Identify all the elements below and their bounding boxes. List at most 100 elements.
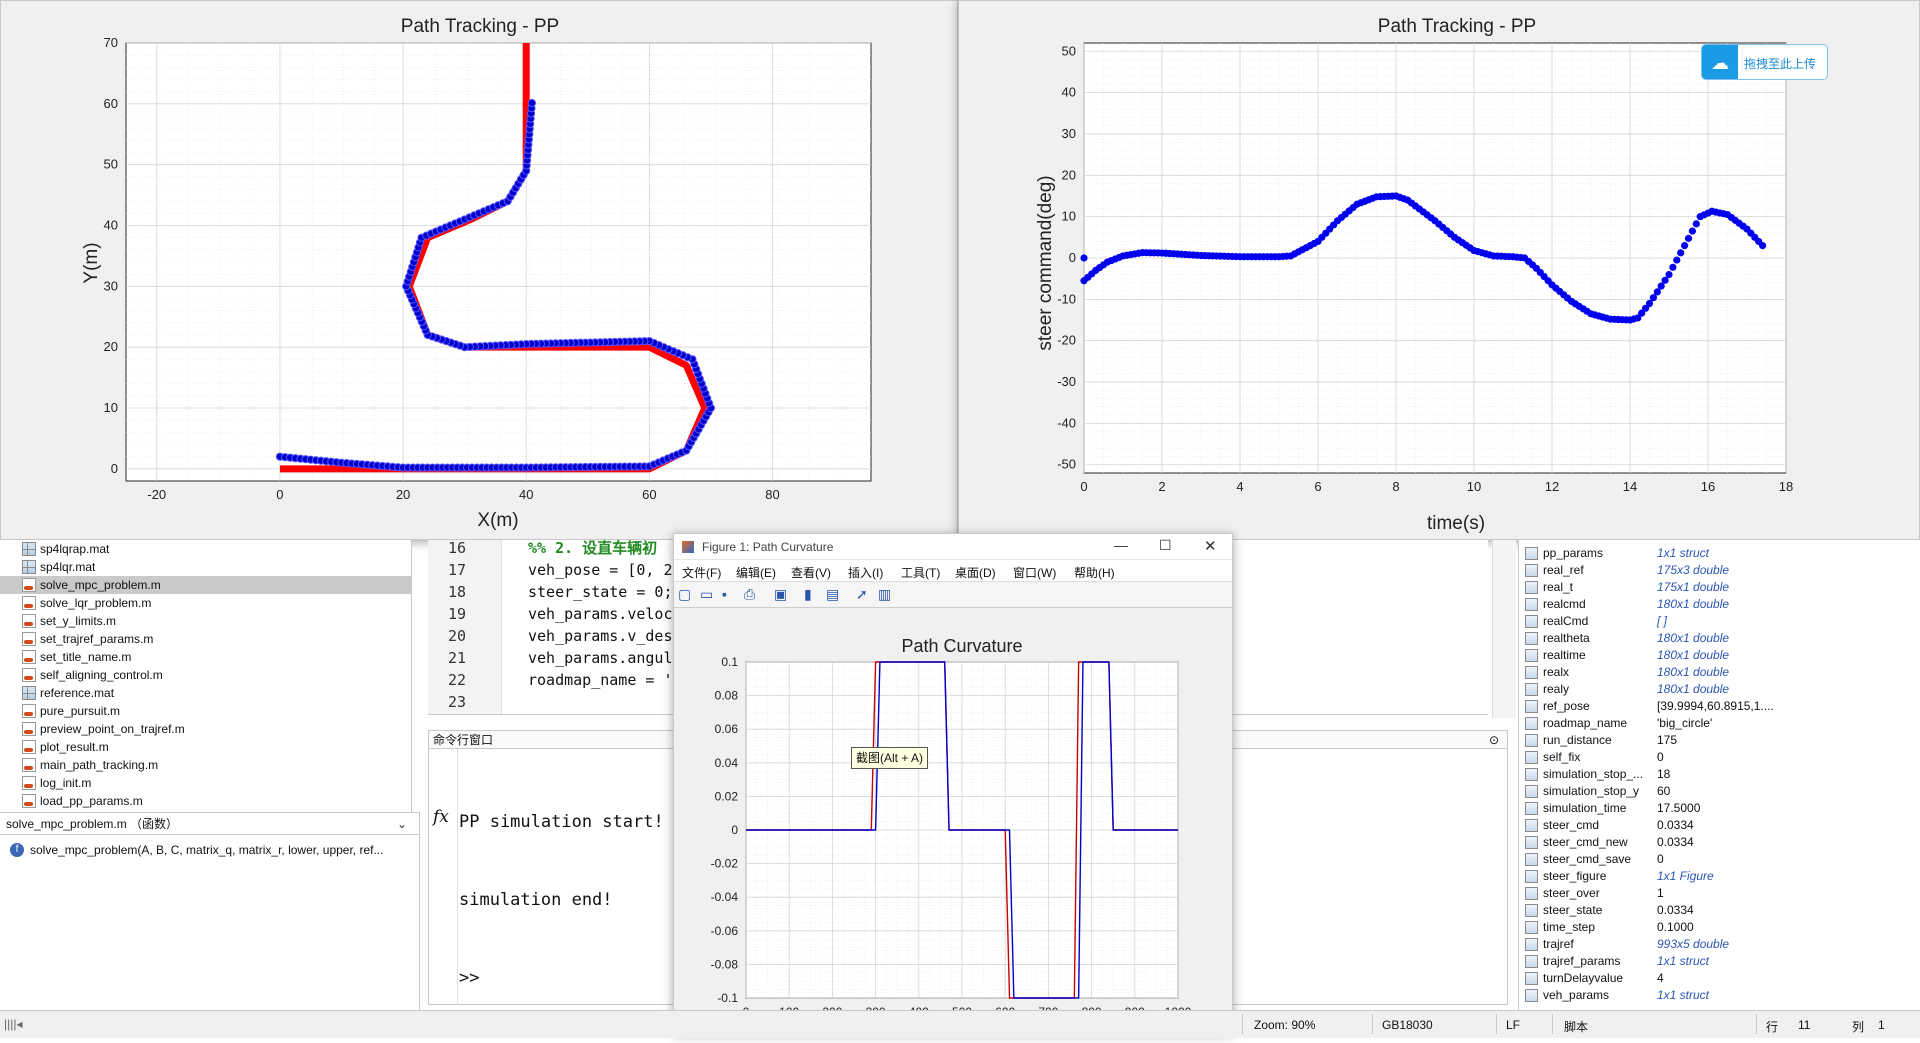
file-list-item[interactable]: set_trajref_params.m — [0, 630, 411, 648]
pointer-icon[interactable]: ➚ — [856, 586, 868, 603]
variable-icon — [1525, 598, 1538, 611]
workspace-variable-row[interactable]: steer_state 0.0334 — [1519, 902, 1919, 919]
current-folder-file-list[interactable]: sp4lqrap.mat sp4lqr.mat solve_mpc_problem.… — [0, 540, 412, 812]
fx-icon[interactable]: fx — [433, 807, 449, 827]
figure-path-curvature[interactable]: Figure 1: Path Curvature — ☐ ✕ 文件(F) 编辑(E… — [673, 533, 1233, 1033]
x-axis-label: time(s) — [1427, 513, 1485, 534]
figure-path-xy[interactable]: -20 0 20 40 60 80 0 10 20 30 40 50 60 70 Path Tracking… — [0, 0, 958, 540]
file-list-item[interactable]: set_y_limits.m — [0, 612, 411, 630]
print-icon[interactable]: ⎙ — [744, 586, 755, 603]
workspace-variable-row[interactable]: simulation_stop_... 18 — [1519, 766, 1919, 783]
command-window-menu-icon[interactable]: ⊙ — [1489, 731, 1499, 749]
figure-menu-item[interactable]: 文件(F) — [682, 564, 721, 581]
workspace-variable-row[interactable]: realtime 180x1 double — [1519, 647, 1919, 664]
file-list-item[interactable]: sp4lqr.mat — [0, 558, 411, 576]
variable-name: pp_params — [1543, 546, 1604, 560]
variable-value: 175x1 double — [1657, 580, 1730, 594]
variable-name: realtime — [1543, 648, 1586, 662]
y-tick-label: -0.06 — [711, 924, 739, 938]
file-list-item[interactable]: log_init.m — [0, 774, 411, 792]
print-preview-icon[interactable]: ▣ — [774, 586, 787, 603]
property-editor-icon[interactable]: ▥ — [878, 586, 891, 603]
workspace-variable-row[interactable]: self_fix 0 — [1519, 749, 1919, 766]
file-list-item[interactable]: reference.mat — [0, 684, 411, 702]
open-folder-icon[interactable]: ▭ — [700, 586, 713, 603]
close-button[interactable]: ✕ — [1204, 537, 1217, 555]
workspace-variable-row[interactable]: time_step 0.1000 — [1519, 919, 1919, 936]
file-list-item[interactable]: load_pp_params.m — [0, 792, 411, 810]
mat-file-icon — [22, 560, 36, 574]
file-list-item[interactable]: solve_lqr_problem.m — [0, 594, 411, 612]
y-tick-label: 0.02 — [715, 789, 739, 803]
steer-point — [1669, 263, 1677, 271]
new-file-icon[interactable]: ▢ — [678, 586, 691, 603]
variable-name: realCmd — [1543, 614, 1589, 628]
file-name: solve_lqr_problem.m — [40, 596, 152, 610]
workspace-variable-row[interactable]: steer_figure 1x1 Figure — [1519, 868, 1919, 885]
y-tick-label: 0.1 — [721, 655, 738, 669]
workspace-variable-row[interactable]: trajref 993x5 double — [1519, 936, 1919, 953]
workspace-variable-row[interactable]: simulation_stop_y 60 — [1519, 783, 1919, 800]
workspace-variable-row[interactable]: roadmap_name 'big_circle' — [1519, 715, 1919, 732]
workspace-variable-row[interactable]: steer_cmd_new 0.0334 — [1519, 834, 1919, 851]
x-tick-label: 60 — [642, 487, 656, 502]
workspace-variable-row[interactable]: steer_cmd_save 0 — [1519, 851, 1919, 868]
variable-name: simulation_time — [1543, 801, 1627, 815]
status-left-icon[interactable]: ||||◂ — [4, 1017, 23, 1031]
file-list-item[interactable]: plot_result.m — [0, 738, 411, 756]
status-bar: ||||◂ Zoom: 90% GB18030 LF 脚本 行 11 列 1 — [0, 1010, 1920, 1038]
file-list-item[interactable]: solve_mpc_problem.m — [0, 576, 411, 594]
workspace-variable-row[interactable]: realCmd [ ] — [1519, 613, 1919, 630]
detail-header[interactable]: solve_mpc_problem.m （函数） ⌄ — [0, 813, 419, 835]
legend-icon[interactable]: ▤ — [826, 586, 839, 603]
figure-steer[interactable]: 0 2 4 6 8 10 12 14 16 18 50 40 30 20 10 0 -10 -20 -30 -40 -5… — [958, 0, 1920, 540]
workspace-variable-row[interactable]: ref_pose [39.9994,60.8915,1.... — [1519, 698, 1919, 715]
m-file-icon — [22, 650, 36, 664]
save-icon[interactable]: ▪ — [722, 586, 727, 602]
figure-menu-item[interactable]: 编辑(E) — [736, 564, 776, 581]
figure-menu-item[interactable]: 窗口(W) — [1013, 564, 1056, 581]
figure-menu-item[interactable]: 工具(T) — [901, 564, 940, 581]
plot-title: Path Tracking - PP — [401, 16, 559, 37]
cmd-prompt[interactable]: >> — [459, 965, 664, 991]
workspace-variable-row[interactable]: trajref_params 1x1 struct — [1519, 953, 1919, 970]
workspace-variable-row[interactable]: realy 180x1 double — [1519, 681, 1919, 698]
figure-menu-item[interactable]: 查看(V) — [791, 564, 831, 581]
file-name: set_trajref_params.m — [40, 632, 154, 646]
figure-menu-item[interactable]: 插入(I) — [848, 564, 883, 581]
workspace-variable-row[interactable]: real_t 175x1 double — [1519, 579, 1919, 596]
workspace-variable-row[interactable]: realx 180x1 double — [1519, 664, 1919, 681]
workspace-variable-row[interactable]: steer_over 1 — [1519, 885, 1919, 902]
y-tick-label: -10 — [1057, 291, 1076, 306]
workspace-panel[interactable]: pp_params 1x1 struct real_ref 175x3 double r… — [1518, 540, 1920, 1012]
window-titlebar[interactable]: Figure 1: Path Curvature — ☐ ✕ — [674, 534, 1232, 560]
workspace-variable-row[interactable]: veh_params 1x1 struct — [1519, 987, 1919, 1004]
workspace-variable-row[interactable]: run_distance 175 — [1519, 732, 1919, 749]
y-tick-label: 50 — [1062, 43, 1076, 58]
file-list-item[interactable]: main_path_tracking.m — [0, 756, 411, 774]
variable-name: realtheta — [1543, 631, 1590, 645]
colorbar-icon[interactable]: ▮ — [804, 586, 812, 603]
minimize-button[interactable]: — — [1114, 537, 1128, 553]
workspace-variable-row[interactable]: pp_params 1x1 struct — [1519, 545, 1919, 562]
file-list-item[interactable]: pure_pursuit.m — [0, 702, 411, 720]
chevron-down-icon[interactable]: ⌄ — [397, 813, 407, 835]
maximize-button[interactable]: ☐ — [1159, 537, 1172, 554]
workspace-variable-row[interactable]: simulation_time 17.5000 — [1519, 800, 1919, 817]
workspace-variable-row[interactable]: real_ref 175x3 double — [1519, 562, 1919, 579]
y-tick-label: 20 — [104, 339, 118, 354]
variable-value: 180x1 double — [1657, 631, 1730, 645]
file-list-item[interactable]: sp4lqrap.mat — [0, 540, 411, 558]
editor-scrollbar-track[interactable] — [1492, 540, 1516, 718]
file-list-item[interactable]: set_title_name.m — [0, 648, 411, 666]
upload-badge[interactable]: ☁ 拖拽至此上传 — [1701, 44, 1828, 80]
file-list-item[interactable]: preview_point_on_trajref.m — [0, 720, 411, 738]
figure-menu-item[interactable]: 帮助(H) — [1074, 564, 1115, 581]
variable-name: real_ref — [1543, 563, 1584, 577]
figure-menu-item[interactable]: 桌面(D) — [955, 564, 996, 581]
workspace-variable-row[interactable]: steer_cmd 0.0334 — [1519, 817, 1919, 834]
workspace-variable-row[interactable]: turnDelayvalue 4 — [1519, 970, 1919, 987]
workspace-variable-row[interactable]: realcmd 180x1 double — [1519, 596, 1919, 613]
workspace-variable-row[interactable]: realtheta 180x1 double — [1519, 630, 1919, 647]
file-list-item[interactable]: self_aligning_control.m — [0, 666, 411, 684]
